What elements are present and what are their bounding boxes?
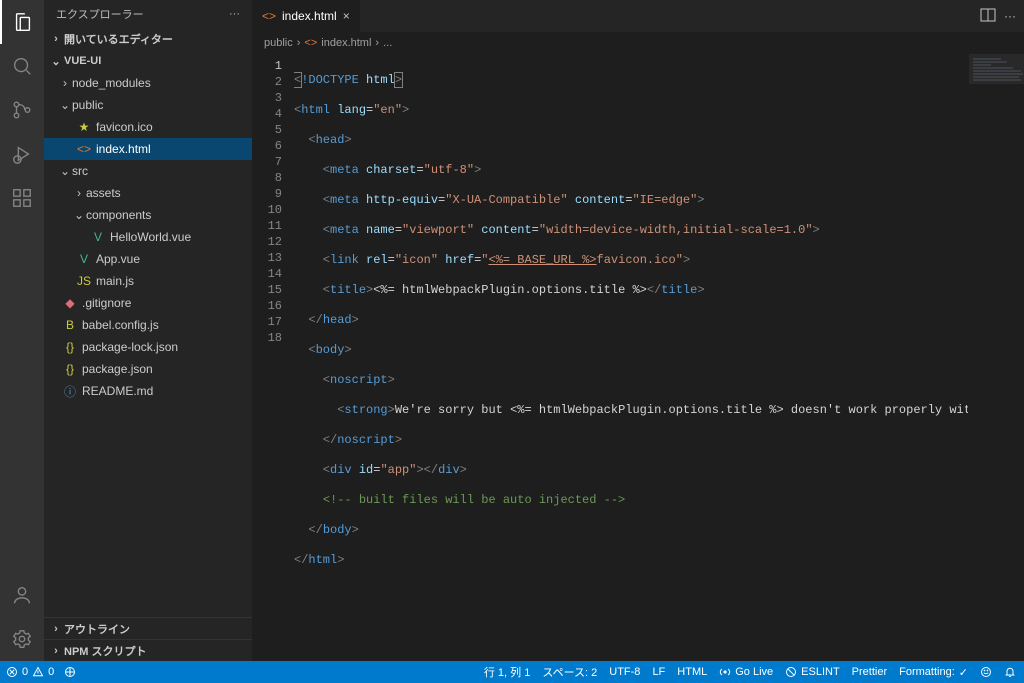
tree-babel[interactable]: Bbabel.config.js [44, 314, 252, 336]
tree-gitignore[interactable]: ◆.gitignore [44, 292, 252, 314]
tree-public[interactable]: ⌄public [44, 94, 252, 116]
sidebar-title: エクスプローラー [56, 6, 144, 22]
close-icon[interactable]: × [343, 9, 350, 23]
json-icon: {} [62, 340, 78, 354]
activity-explorer-icon[interactable] [0, 0, 44, 44]
tree-index-html[interactable]: <>index.html [44, 138, 252, 160]
html-icon: <> [304, 37, 317, 49]
tab-index-html[interactable]: <> index.html × [252, 0, 361, 32]
babel-icon: B [62, 318, 78, 332]
status-feedback-icon[interactable] [980, 666, 992, 678]
status-bar: 0 0 行 1, 列 1 スペース: 2 UTF-8 LF HTML Go Li… [0, 661, 1024, 683]
activity-source-control-icon[interactable] [0, 88, 44, 132]
tree-assets[interactable]: ›assets [44, 182, 252, 204]
tree-readme[interactable]: ⓘREADME.md [44, 380, 252, 402]
status-ports-icon[interactable] [64, 666, 76, 678]
html-icon: <> [76, 142, 92, 156]
minimap[interactable] [968, 54, 1024, 661]
project-section[interactable]: ⌄VUE-UI [44, 50, 252, 72]
file-tree: ›node_modules ⌄public ★favicon.ico <>ind… [44, 72, 252, 617]
breadcrumb[interactable]: public› <> index.html› ... [252, 32, 1024, 54]
open-editors-section[interactable]: ›開いているエディター [44, 28, 252, 50]
code-area[interactable]: <!DOCTYPE html> <html lang="en"> <head> … [294, 54, 1024, 661]
favicon-icon: ★ [76, 120, 92, 134]
status-eol[interactable]: LF [652, 666, 665, 678]
tree-mainjs[interactable]: JSmain.js [44, 270, 252, 292]
vue-icon: V [90, 230, 106, 244]
tree-src[interactable]: ⌄src [44, 160, 252, 182]
info-icon: ⓘ [62, 383, 78, 400]
activity-settings-icon[interactable] [0, 617, 44, 661]
npm-section[interactable]: ›NPM スクリプト [44, 639, 252, 661]
sidebar-more-icon[interactable]: ··· [229, 8, 240, 20]
status-golive[interactable]: Go Live [719, 666, 773, 678]
more-actions-icon[interactable]: ··· [1004, 9, 1016, 23]
tree-favicon[interactable]: ★favicon.ico [44, 116, 252, 138]
tree-pkglock[interactable]: {}package-lock.json [44, 336, 252, 358]
tab-bar: <> index.html × ··· [252, 0, 1024, 32]
js-icon: JS [76, 274, 92, 288]
vue-icon: V [76, 252, 92, 266]
activity-extensions-icon[interactable] [0, 176, 44, 220]
activity-account-icon[interactable] [0, 573, 44, 617]
tree-pkg[interactable]: {}package.json [44, 358, 252, 380]
status-eslint[interactable]: ESLINT [785, 666, 840, 678]
status-indent[interactable]: スペース: 2 [542, 664, 597, 680]
status-bell-icon[interactable] [1004, 666, 1016, 678]
activity-bar [0, 0, 44, 661]
split-editor-icon[interactable] [980, 7, 996, 26]
status-prettier[interactable]: Prettier [852, 666, 887, 678]
tree-node-modules[interactable]: ›node_modules [44, 72, 252, 94]
status-problems[interactable]: 0 0 [6, 666, 54, 678]
activity-search-icon[interactable] [0, 44, 44, 88]
activity-debug-icon[interactable] [0, 132, 44, 176]
tree-helloworld[interactable]: VHelloWorld.vue [44, 226, 252, 248]
editor-body[interactable]: 1234 5678 9101112 13141516 1718 <!DOCTYP… [252, 54, 1024, 661]
git-icon: ◆ [62, 296, 78, 310]
tree-appvue[interactable]: VApp.vue [44, 248, 252, 270]
status-language[interactable]: HTML [677, 666, 707, 678]
tree-components[interactable]: ⌄components [44, 204, 252, 226]
html-icon: <> [262, 9, 276, 23]
json-icon: {} [62, 362, 78, 376]
status-cursor[interactable]: 行 1, 列 1 [484, 664, 530, 680]
line-gutter: 1234 5678 9101112 13141516 1718 [252, 54, 294, 661]
sidebar: エクスプローラー ··· ›開いているエディター ⌄VUE-UI ›node_m… [44, 0, 252, 661]
outline-section[interactable]: ›アウトライン [44, 617, 252, 639]
status-formatting[interactable]: Formatting: ✓ [899, 666, 968, 679]
status-encoding[interactable]: UTF-8 [609, 666, 640, 678]
